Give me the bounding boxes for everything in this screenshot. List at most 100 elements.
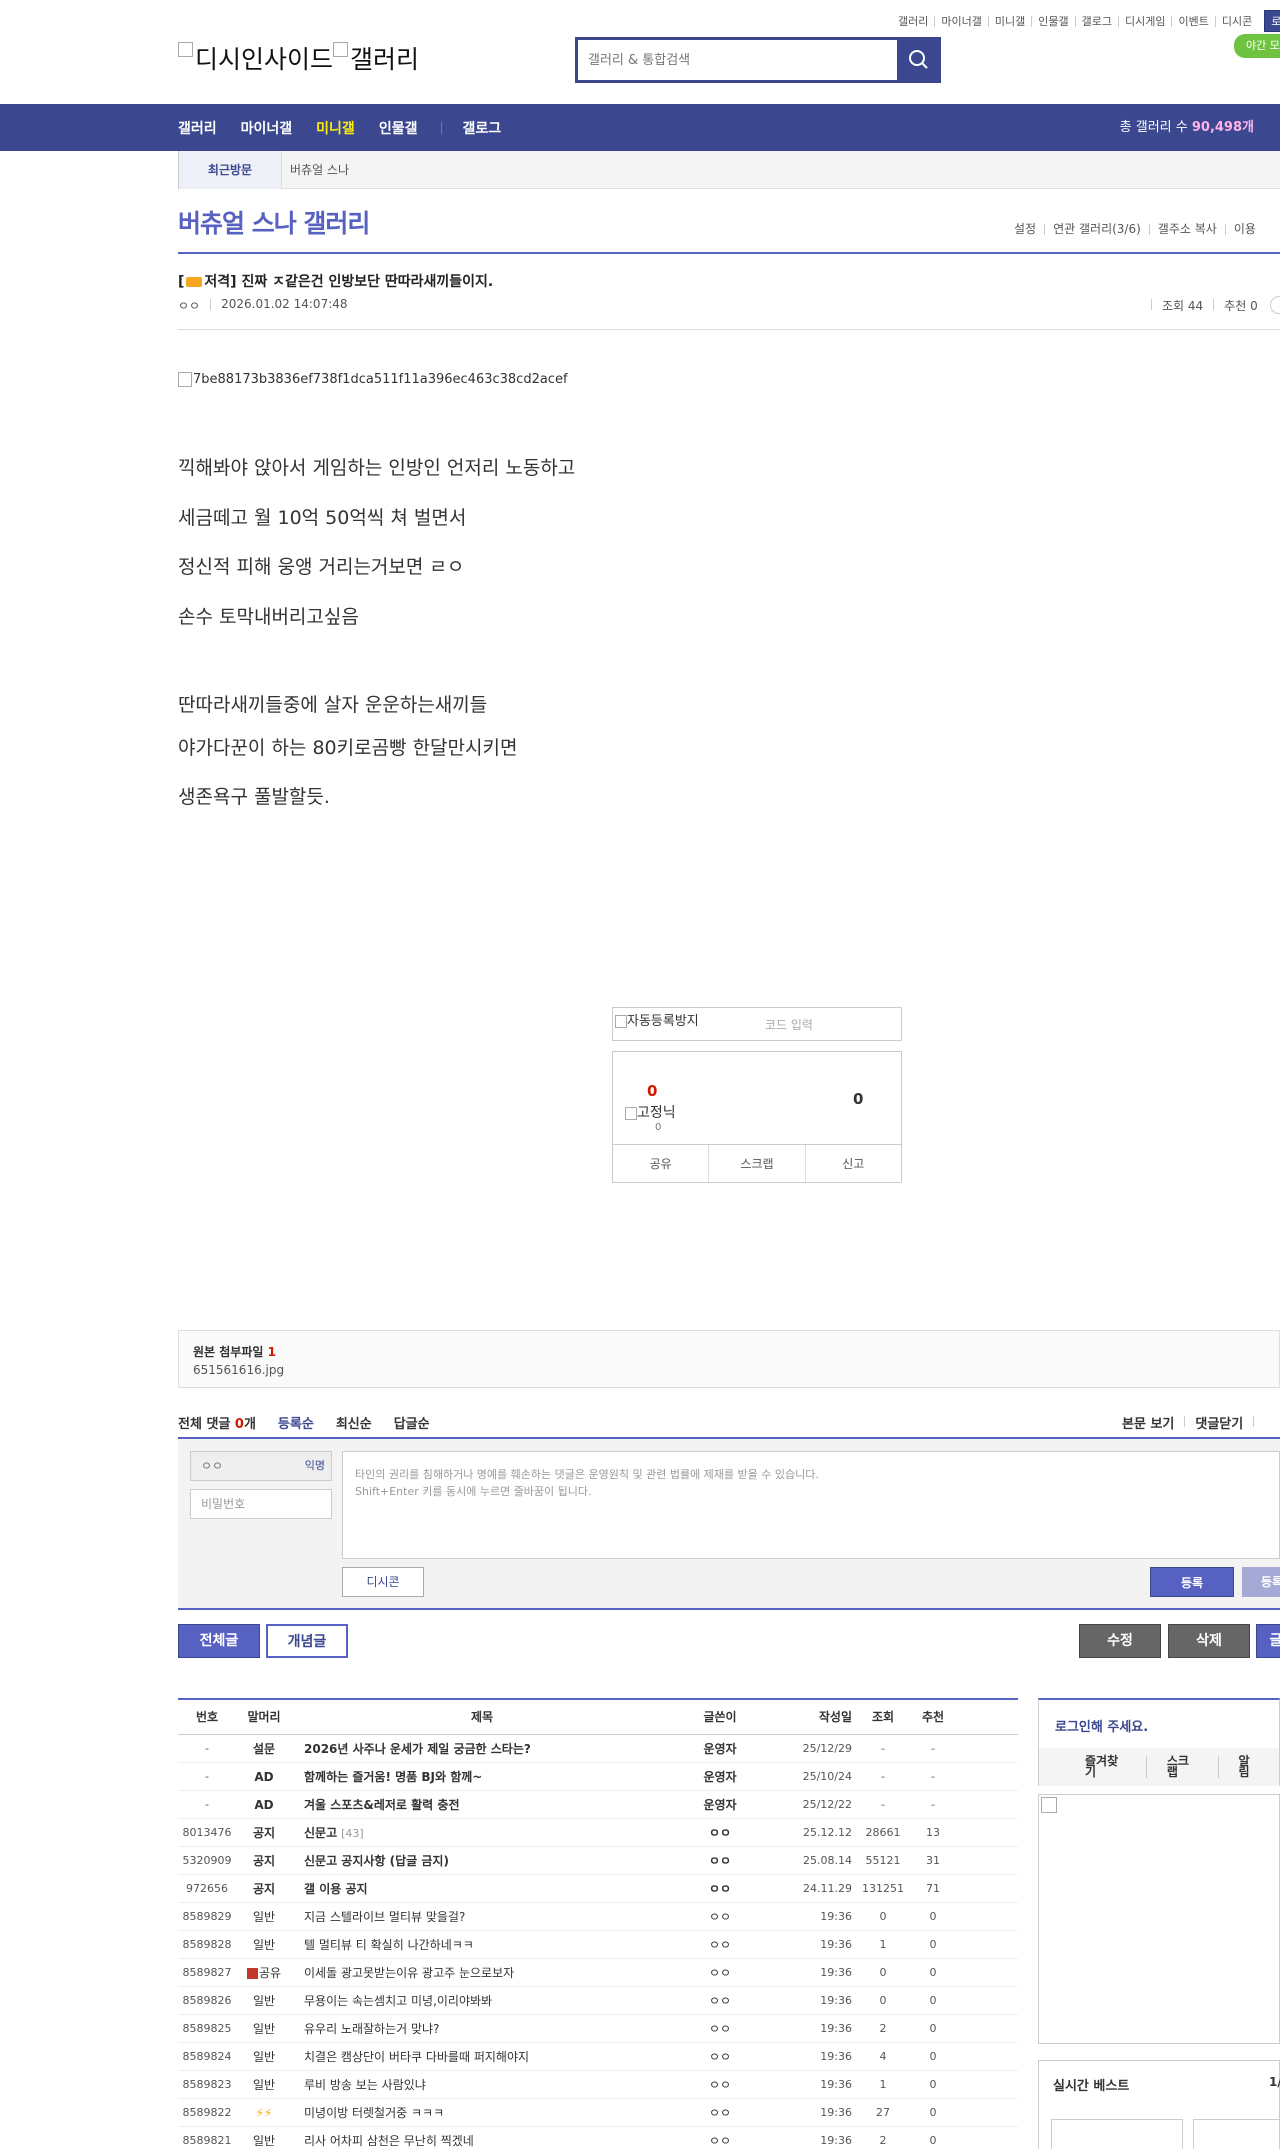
post-title-text[interactable]: 신문고 — [304, 1826, 337, 1840]
util-link-minor[interactable]: 마이너갤 — [934, 15, 987, 27]
post-title-link[interactable]: 유우리 노래잘하는거 맞냐? — [292, 2020, 672, 2037]
table-row[interactable]: 8013476 공지 신문고 [43] ㅇㅇ 25.12.12 28661 13 — [178, 1819, 1018, 1847]
post-writer[interactable]: 운영자 — [672, 1740, 768, 1757]
recent-visit-item[interactable]: 버츄얼 스나 — [290, 151, 349, 189]
realtime-best-thumb[interactable] — [1051, 2119, 1183, 2149]
post-writer[interactable]: ㅇㅇ — [672, 2132, 768, 2149]
table-row[interactable]: - 설문 2026년 사주나 운세가 제일 궁금한 스타는? 운영자 25/12/29 -… — [178, 1735, 1018, 1763]
usage-link[interactable]: 이용 — [1224, 223, 1264, 235]
favorites-link[interactable]: 즐겨찾기 — [1039, 1755, 1146, 1778]
dccon-button[interactable]: 디시콘 — [342, 1567, 424, 1597]
comment-password-field[interactable]: 비밀번호 — [190, 1489, 332, 1519]
comment-name-field[interactable]: ㅇㅇ 익명 — [190, 1451, 332, 1481]
table-row[interactable]: 8589823 일반 루비 방송 보는 사람있냐 ㅇㅇ 19:36 1 0 — [178, 2071, 1018, 2099]
nav-gallog[interactable]: 갤로그 — [462, 118, 501, 138]
table-row[interactable]: - AD 겨울 스포츠&레저로 활력 충전 운영자 25/12/22 - - — [178, 1791, 1018, 1819]
post-title-text[interactable]: 루비 방송 보는 사람있냐 — [304, 2078, 426, 2092]
post-writer[interactable]: 운영자 — [672, 1796, 768, 1813]
post-image[interactable]: 7be88173b3836ef738f1dca511f11a396ec463c3… — [178, 372, 568, 387]
post-title-link[interactable]: 겨울 스포츠&레저로 활력 충전 — [292, 1796, 672, 1813]
post-title-link[interactable]: 리사 어차피 삼천은 무난히 찍겠네 — [292, 2132, 672, 2149]
sort-registered[interactable]: 등록순 — [278, 1413, 314, 1440]
post-writer[interactable]: ㅇㅇ — [672, 1824, 768, 1841]
post-title-text[interactable]: 겨울 스포츠&레저로 활력 충전 — [304, 1798, 459, 1812]
post-title-link[interactable]: 2026년 사주나 운세가 제일 궁금한 스타는? — [292, 1740, 672, 1757]
table-row[interactable]: - AD 함께하는 즐거움! 명품 BJ와 함께~ 운영자 25/10/24 - - — [178, 1763, 1018, 1791]
copy-address-link[interactable]: 갤주소 복사 — [1148, 223, 1225, 235]
post-title-link[interactable]: 루비 방송 보는 사람있냐 — [292, 2076, 672, 2093]
night-mode-button[interactable]: 야간 모 — [1234, 34, 1280, 58]
post-title-link[interactable]: 지금 스텔라이브 멀티뷰 맞을걸? — [292, 1908, 672, 1925]
post-title-link[interactable]: 미녕이방 터렛철거중 ㅋㅋㅋ — [292, 2104, 672, 2121]
table-row[interactable]: 8589825 일반 유우리 노래잘하는거 맞냐? ㅇㅇ 19:36 2 0 — [178, 2015, 1018, 2043]
post-writer[interactable]: ㅇㅇ — [672, 2020, 768, 2037]
post-title-link[interactable]: 신문고 공지사항 (답글 금지) — [292, 1852, 672, 1869]
post-title-text[interactable]: 치결은 캠상단이 버타쿠 다바를때 퍼지해야지 — [304, 2050, 529, 2064]
post-writer[interactable]: ㅇㅇ — [672, 2104, 768, 2121]
post-title-text[interactable]: 함께하는 즐거움! 명품 BJ와 함께~ — [304, 1770, 482, 1784]
nav-gallery[interactable]: 갤러리 — [178, 118, 217, 138]
post-author[interactable]: ㅇㅇ — [178, 297, 200, 314]
post-writer[interactable]: ㅇㅇ — [672, 2076, 768, 2093]
scrap-button[interactable]: 스크랩 — [708, 1145, 804, 1182]
fixed-nick-recommend[interactable]: 고정닉 — [625, 1102, 676, 1122]
post-writer[interactable]: ㅇㅇ — [672, 1992, 768, 2009]
post-title-link[interactable]: 텔 멀티뷰 티 확실히 나간하네ㅋㅋ — [292, 1936, 672, 1953]
attachment-file[interactable]: 651561616.jpg — [193, 1363, 284, 1377]
write-button[interactable]: 글 — [1256, 1624, 1280, 1658]
post-writer[interactable]: ㅇㅇ — [672, 1964, 768, 1981]
post-title-text[interactable]: 이세돌 광고못받는이유 광고주 눈으로보자 — [304, 1966, 514, 1980]
util-link-dcgame[interactable]: 디시게임 — [1117, 15, 1171, 27]
search-button[interactable] — [897, 37, 941, 83]
post-title-text[interactable]: 갤 이용 공지 — [304, 1882, 368, 1896]
post-title-link[interactable]: 갤 이용 공지 — [292, 1880, 672, 1897]
notify-link[interactable]: 알림 — [1217, 1755, 1279, 1778]
table-row[interactable]: 8589824 일반 치결은 캠상단이 버타쿠 다바를때 퍼지해야지 ㅇㅇ 19:36 4… — [178, 2043, 1018, 2071]
post-title-text[interactable]: 지금 스텔라이브 멀티뷰 맞을걸? — [304, 1910, 465, 1924]
post-writer[interactable]: ㅇㅇ — [672, 2048, 768, 2065]
reply-count[interactable]: [43] — [341, 1827, 364, 1840]
post-title-text[interactable]: 무용이는 속는셈치고 미녕,이리야봐봐 — [304, 1994, 492, 2008]
nav-minor[interactable]: 마이너갤 — [241, 118, 293, 138]
gallery-settings-link[interactable]: 설정 — [1006, 223, 1044, 235]
table-row[interactable]: 5320909 공지 신문고 공지사항 (답글 금지) ㅇㅇ 25.08.14 55121… — [178, 1847, 1018, 1875]
table-row[interactable]: 8589827 공유 이세돌 광고못받는이유 광고주 눈으로보자 ㅇㅇ 19:36 0 0 — [178, 1959, 1018, 1987]
captcha-input[interactable]: 코드 입력 — [765, 1008, 813, 1042]
all-posts-button[interactable]: 전체글 — [178, 1624, 260, 1658]
post-writer[interactable]: ㅇㅇ — [672, 1852, 768, 1869]
post-title-text[interactable]: 유우리 노래잘하는거 맞냐? — [304, 2022, 439, 2036]
login-prompt[interactable]: 로그인해 주세요. — [1055, 1716, 1148, 1735]
col-head[interactable]: 말머리 — [236, 1708, 292, 1725]
best-posts-button[interactable]: 개념글 — [266, 1624, 348, 1658]
post-title-link[interactable]: 무용이는 속는셈치고 미녕,이리야봐봐 — [292, 1992, 672, 2009]
post-writer[interactable]: ㅇㅇ — [672, 1880, 768, 1897]
post-writer[interactable]: 운영자 — [672, 1768, 768, 1785]
ad-banner[interactable] — [1038, 1794, 1280, 2044]
comment-submit-button[interactable]: 등록 — [1150, 1567, 1234, 1597]
unrecommend-count[interactable]: 0 — [853, 1090, 863, 1108]
recommend-count[interactable]: 0 — [647, 1082, 657, 1100]
table-row[interactable]: 972656 공지 갤 이용 공지 ㅇㅇ 24.11.29 131251 71 — [178, 1875, 1018, 1903]
nav-mini[interactable]: 미니갤 — [316, 118, 355, 138]
comment-submit-recommend-button[interactable]: 등록 — [1242, 1567, 1280, 1597]
sort-latest[interactable]: 최신순 — [336, 1413, 372, 1440]
search-input[interactable] — [578, 40, 898, 80]
util-link-gallog[interactable]: 갤로그 — [1074, 15, 1118, 27]
recent-visits-title[interactable]: 최근방문 — [178, 151, 282, 189]
scrap-link[interactable]: 스크랩 — [1145, 1755, 1218, 1778]
nav-person[interactable]: 인물갤 — [379, 118, 418, 138]
site-logo[interactable]: 디시인사이드 갤러리 — [178, 40, 419, 76]
table-row[interactable]: 8589826 일반 무용이는 속는셈치고 미녕,이리야봐봐 ㅇㅇ 19:36 0 0 — [178, 1987, 1018, 2015]
gallery-title[interactable]: 버츄얼 스나 갤러리 — [178, 204, 370, 240]
post-title-text[interactable]: 2026년 사주나 운세가 제일 궁금한 스타는? — [304, 1742, 531, 1756]
realtime-best-thumb[interactable] — [1193, 2119, 1280, 2149]
post-title-link[interactable]: 이세돌 광고못받는이유 광고주 눈으로보자 — [292, 1964, 672, 1981]
post-title-link[interactable]: 함께하는 즐거움! 명품 BJ와 함께~ — [292, 1768, 672, 1785]
related-gallery-link[interactable]: 연관 갤러리(3/6) — [1044, 223, 1149, 235]
post-title-link[interactable]: 치결은 캠상단이 버타쿠 다바를때 퍼지해야지 — [292, 2048, 672, 2065]
post-title-text[interactable]: 리사 어차피 삼천은 무난히 찍겠네 — [304, 2134, 474, 2148]
post-writer[interactable]: ㅇㅇ — [672, 1936, 768, 1953]
report-button[interactable]: 신고 — [804, 1145, 901, 1182]
post-title-text[interactable]: 신문고 공지사항 (답글 금지) — [304, 1854, 449, 1868]
util-link-gallery[interactable]: 갤러리 — [892, 16, 934, 27]
